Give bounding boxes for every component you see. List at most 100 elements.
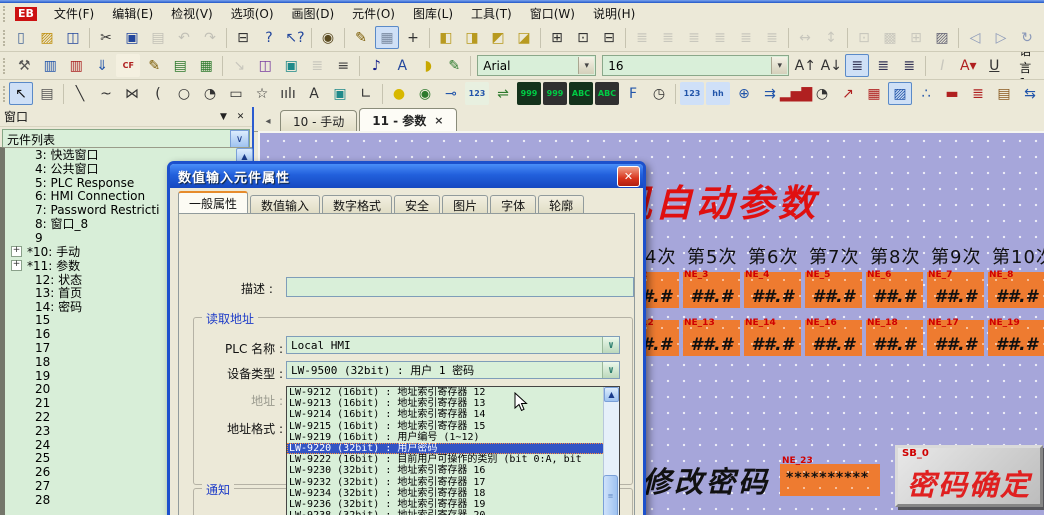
flip-vertical-icon[interactable]: ◁ bbox=[963, 26, 987, 49]
text-align-left-icon[interactable]: ≣ bbox=[845, 54, 869, 77]
chevron-down-icon[interactable]: ▾ bbox=[771, 57, 787, 74]
rectangle-icon[interactable]: ▭ bbox=[224, 82, 248, 105]
bring-to-front-icon[interactable]: ◧ bbox=[434, 26, 458, 49]
menu-item[interactable]: 编辑(E) bbox=[103, 5, 162, 23]
dropdown-item[interactable]: LW-9234 (32bit) : 地址索引寄存器 18 bbox=[287, 488, 619, 499]
set-bit-icon[interactable]: ⊸ bbox=[439, 82, 463, 105]
font-name-combo[interactable]: Arial ▾ bbox=[477, 55, 596, 76]
scrollbar-thumb[interactable]: ≡ bbox=[603, 475, 618, 515]
numeric-display-object[interactable]: NE_14##.# bbox=[744, 320, 801, 356]
scale-icon[interactable]: ıılı bbox=[276, 82, 300, 105]
change-password-caption[interactable]: 修改密码 bbox=[642, 459, 770, 501]
xy-plot-icon[interactable]: ∴ bbox=[914, 82, 938, 105]
arc-icon[interactable]: ( bbox=[146, 82, 170, 105]
numeric-display-object[interactable]: NE_4##.# bbox=[744, 272, 801, 308]
address-book-icon[interactable]: ◫ bbox=[253, 54, 277, 77]
tab-scroll-left-icon[interactable]: ◂ bbox=[260, 113, 276, 129]
animated-shape-icon[interactable]: ⇉ bbox=[758, 82, 782, 105]
download-icon[interactable]: ⇓ bbox=[90, 54, 114, 77]
send-to-back-icon[interactable]: ◨ bbox=[460, 26, 484, 49]
text-align-right-icon[interactable]: ≣ bbox=[897, 54, 921, 77]
find-icon[interactable]: ◉ bbox=[316, 26, 340, 49]
dropdown-item[interactable]: LW-9219 (16bit) : 用户编号 (1~12) bbox=[287, 432, 619, 443]
menu-item[interactable]: 工具(T) bbox=[462, 5, 521, 23]
numeric-input-icon[interactable]: 999 bbox=[543, 82, 567, 105]
ascii-display-icon[interactable]: ABC bbox=[569, 82, 593, 105]
tab-close-icon[interactable]: × bbox=[434, 114, 443, 127]
dropdown-item[interactable]: LW-9222 (16bit) : 目前用户可操作的类别 (bit 0:A, b… bbox=[287, 454, 619, 465]
tag-library-icon[interactable]: ◗ bbox=[416, 54, 440, 77]
bring-forward-icon[interactable]: ◩ bbox=[486, 26, 510, 49]
label-library-icon[interactable]: ≡ bbox=[331, 54, 355, 77]
send-backward-icon[interactable]: ◪ bbox=[512, 26, 536, 49]
menu-item[interactable]: 选项(O) bbox=[222, 5, 283, 23]
toolbar-grip[interactable] bbox=[3, 30, 5, 46]
cf-card-icon[interactable]: CF bbox=[116, 54, 140, 77]
rotate-icon[interactable]: ↻ bbox=[1015, 26, 1039, 49]
menu-item[interactable]: 检视(V) bbox=[162, 5, 222, 23]
dropdown-item[interactable]: LW-9238 (32bit) : 地址索引寄存器 20 bbox=[287, 510, 619, 515]
polyline-icon[interactable]: ⋈ bbox=[120, 82, 144, 105]
dropdown-item[interactable]: LW-9215 (16bit) : 地址索引寄存器 15 bbox=[287, 421, 619, 432]
dialog-tab-数值输入[interactable]: 数值输入 bbox=[250, 195, 320, 214]
context-help-icon[interactable]: ↖? bbox=[283, 26, 307, 49]
offline-simulation-icon[interactable]: ▥ bbox=[38, 54, 62, 77]
system-edit-icon[interactable]: ✎ bbox=[142, 54, 166, 77]
numeric-display-object[interactable]: NE_16##.# bbox=[805, 320, 862, 356]
scroll-up-icon[interactable]: ▲ bbox=[604, 387, 619, 402]
menu-item[interactable]: 窗口(W) bbox=[521, 5, 584, 23]
dropdown-item[interactable]: LW-9214 (16bit) : 地址索引寄存器 14 bbox=[287, 409, 619, 420]
history-table-icon[interactable]: ▦ bbox=[862, 82, 886, 105]
online-simulation-icon[interactable]: ▥ bbox=[64, 54, 88, 77]
toolbar-grip[interactable] bbox=[3, 86, 5, 102]
dialog-tab-数字格式[interactable]: 数字格式 bbox=[322, 195, 392, 214]
line-icon[interactable]: ╲ bbox=[68, 82, 92, 105]
bezier-icon[interactable]: ~ bbox=[94, 82, 118, 105]
numeric-display-object[interactable]: NE_18##.# bbox=[866, 320, 923, 356]
compile-icon[interactable]: ⚒ bbox=[12, 54, 36, 77]
bar-graph-icon[interactable]: ▂▅▇ bbox=[784, 82, 808, 105]
column-header-text[interactable]: 第7次 bbox=[809, 243, 866, 269]
column-header-text[interactable]: 第9次 bbox=[931, 243, 988, 269]
underline-icon[interactable]: U bbox=[982, 54, 1006, 77]
expand-icon[interactable]: + bbox=[11, 246, 22, 257]
sound-library-icon[interactable]: ♪ bbox=[364, 54, 388, 77]
move-shape-icon[interactable]: ⊕ bbox=[732, 82, 756, 105]
menu-item[interactable]: 元件(O) bbox=[343, 5, 404, 23]
decrease-font-icon[interactable]: A↓ bbox=[819, 54, 843, 77]
pie-icon[interactable]: ◔ bbox=[198, 82, 222, 105]
column-header-text[interactable]: 第6次 bbox=[748, 243, 805, 269]
dialog-tab-轮廓[interactable]: 轮廓 bbox=[538, 195, 584, 214]
column-header-text[interactable]: 第8次 bbox=[870, 243, 927, 269]
font-color-icon[interactable]: A▾ bbox=[956, 54, 980, 77]
view-mode-dropdown[interactable]: 元件列表 ∨ bbox=[2, 129, 250, 149]
chevron-down-icon[interactable]: ∨ bbox=[602, 337, 619, 353]
numeric-display-object[interactable]: NE_13##.# bbox=[683, 320, 740, 356]
chevron-down-icon[interactable]: ∨ bbox=[230, 130, 249, 148]
toolbar-grip[interactable] bbox=[3, 58, 8, 74]
device-type-dropdown[interactable]: LW-9500 (32bit) : 用户 1 密码 ∨ bbox=[286, 361, 620, 379]
dialog-title-bar[interactable]: 数值输入元件属性 ✕ bbox=[170, 164, 643, 188]
menu-item[interactable]: 文件(F) bbox=[45, 5, 103, 23]
font-window-icon[interactable]: A bbox=[390, 54, 414, 77]
dropdown-scrollbar[interactable]: ▲ ≡ bbox=[603, 387, 619, 515]
layer-mix-icon[interactable]: ▨ bbox=[930, 26, 954, 49]
numeric-display-object[interactable]: NE_3##.# bbox=[683, 272, 740, 308]
chevron-down-icon[interactable]: ∨ bbox=[602, 362, 619, 378]
dropdown-item[interactable]: LW-9220 (32bit) : 用户密码 bbox=[287, 443, 619, 454]
dialog-tab-一般属性[interactable]: 一般属性 bbox=[178, 191, 248, 214]
trend-display-icon[interactable]: ↗ bbox=[836, 82, 860, 105]
column-header-text[interactable]: 第5次 bbox=[687, 243, 744, 269]
numeric-display-object[interactable]: NE_5##.# bbox=[805, 272, 862, 308]
tab-10-手动[interactable]: 10 - 手动 bbox=[280, 110, 357, 131]
plc-name-dropdown[interactable]: Local HMI ∨ bbox=[286, 336, 620, 354]
numeric-display-object[interactable]: NE_7##.# bbox=[927, 272, 984, 308]
clock-icon[interactable]: ◷ bbox=[647, 82, 671, 105]
memo-icon[interactable]: ✎ bbox=[442, 54, 466, 77]
alarm-bar-icon[interactable]: ▬ bbox=[940, 82, 964, 105]
flip-horizontal-icon[interactable]: ▷ bbox=[989, 26, 1013, 49]
print-icon[interactable]: ⊟ bbox=[231, 26, 255, 49]
dropdown-item[interactable]: LW-9232 (32bit) : 地址索引寄存器 17 bbox=[287, 477, 619, 488]
fit-screen-icon[interactable]: ⊞ bbox=[545, 26, 569, 49]
numeric-display-object[interactable]: NE_17##.# bbox=[927, 320, 984, 356]
